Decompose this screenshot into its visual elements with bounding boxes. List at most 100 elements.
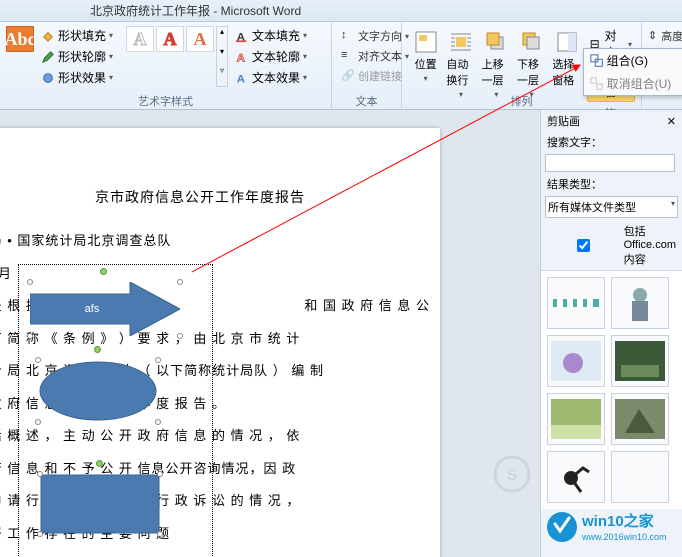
doc-line: 和 国 政 府 信 息 公 [304, 290, 430, 323]
wordart-style-sample[interactable]: A [126, 26, 154, 52]
svg-text:www.2016win10.com: www.2016win10.com [581, 532, 667, 542]
resize-handle[interactable] [157, 531, 163, 537]
chevron-down-icon: ▾ [109, 31, 113, 40]
text-direction-icon: ↕ [341, 29, 355, 43]
chevron-down-icon: ▾ [424, 74, 428, 83]
shape-rectangle[interactable] [40, 474, 160, 534]
menu-item-ungroup: 取消组合(U) [584, 72, 682, 95]
ribbon-group-label: 文本 [332, 93, 401, 109]
resize-handle[interactable] [37, 471, 43, 477]
rotation-handle[interactable] [100, 268, 107, 275]
clipart-results [541, 270, 682, 509]
wordart-style-sample[interactable]: A [156, 26, 184, 52]
height-icon: ⇕ [648, 29, 657, 43]
document-page[interactable]: 京市政府信息公开工作年度报告 计 局 • 国家统计局北京调查总队 年三月 告 是… [0, 128, 440, 557]
text-effects-button[interactable]: A文本效果▾ [232, 68, 310, 87]
shape-outline-button[interactable]: 形状轮廓▾ [38, 47, 116, 66]
resize-handle[interactable] [35, 419, 41, 425]
text-outline-button[interactable]: A文本轮廓▾ [232, 47, 310, 66]
doc-line: 计 局 • 国家统计局北京调查总队 [0, 225, 430, 258]
clipart-thumb[interactable] [547, 393, 605, 445]
send-backward-icon [520, 30, 544, 54]
include-officecom-checkbox[interactable]: 包括 Office.com 内容 [541, 220, 682, 270]
shape-effects-button[interactable]: 形状效果▾ [38, 68, 116, 87]
wrap-icon [449, 30, 473, 54]
resize-handle[interactable] [27, 279, 33, 285]
svg-text:S: S [507, 467, 518, 484]
chevron-down-icon: ▾ [109, 73, 113, 82]
wrap-text-button[interactable]: 自动换行▾ [443, 26, 478, 82]
rotation-handle[interactable] [94, 346, 101, 353]
sogou-watermark: S [492, 454, 532, 497]
text-effect-icon: A [235, 71, 249, 85]
clipart-thumb[interactable] [611, 451, 669, 503]
shape-arrow[interactable]: afs [30, 282, 180, 336]
clipart-thumb[interactable] [547, 277, 605, 329]
svg-text:win10之家: win10之家 [581, 512, 654, 530]
align-text-button[interactable]: ≡对齐文本▾ [338, 47, 412, 65]
resize-handle[interactable] [177, 279, 183, 285]
svg-text:A: A [237, 52, 245, 64]
send-backward-button[interactable]: 下移一层▾ [514, 26, 549, 82]
clipart-thumb[interactable] [547, 335, 605, 387]
search-input[interactable] [545, 154, 675, 172]
clipart-thumb[interactable] [611, 277, 669, 329]
gallery-up-button[interactable]: ▴ [217, 27, 227, 47]
doc-title: 京市政府信息公开工作年度报告 [0, 180, 430, 215]
clipart-thumb[interactable] [611, 393, 669, 445]
text-fill-button[interactable]: A文本填充▾ [232, 26, 310, 45]
bring-forward-button[interactable]: 上移一层▾ [479, 26, 514, 82]
chevron-down-icon: ▾ [303, 73, 307, 82]
ribbon-group-label: 艺术字样式 [0, 93, 331, 109]
group-dropdown-menu: 组合(G) 取消组合(U) [583, 48, 682, 96]
gallery-down-button[interactable]: ▾ [217, 47, 227, 67]
pane-title: 剪贴画 [547, 113, 580, 129]
chevron-down-icon: ▾ [303, 52, 307, 61]
selection-pane-button[interactable]: 选择窗格 [549, 26, 584, 82]
chevron-down-icon: ▾ [109, 52, 113, 61]
align-text-icon: ≡ [341, 49, 355, 63]
title-bar: 北京政府统计工作年报 - Microsoft Word [0, 0, 682, 22]
site-branding: win10之家 www.2016win10.com [546, 506, 676, 551]
pen-icon [41, 50, 55, 64]
results-type-select[interactable]: 所有媒体文件类型▾ [545, 196, 678, 218]
clipart-thumb[interactable] [611, 335, 669, 387]
resize-handle[interactable] [27, 333, 33, 339]
bucket-icon [41, 29, 55, 43]
resize-handle[interactable] [157, 471, 163, 477]
shape-arrow-text: afs [85, 303, 100, 315]
document-workspace: 京市政府信息公开工作年度报告 计 局 • 国家统计局北京调查总队 年三月 告 是… [0, 110, 540, 557]
menu-item-group[interactable]: 组合(G) [584, 49, 682, 72]
chevron-down-icon: ▾ [671, 199, 675, 215]
position-icon [414, 30, 438, 54]
ribbon-group-text: ↕文字方向▾ ≡对齐文本▾ 🔗创建链接 文本 [332, 22, 402, 110]
clipart-pane: 剪贴画 ✕ 搜索文字： 结果类型： 所有媒体文件类型▾ 包括 Office.co… [540, 110, 682, 557]
ungroup-icon [590, 77, 604, 91]
position-button[interactable]: 位置▾ [408, 26, 443, 82]
rotation-handle[interactable] [96, 460, 103, 467]
results-label: 结果类型： [541, 174, 682, 194]
text-fill-icon: A [235, 29, 249, 43]
resize-handle[interactable] [37, 531, 43, 537]
selection-pane-icon [555, 30, 579, 54]
gallery-more-button[interactable]: ▿ [217, 66, 227, 86]
clipart-thumb[interactable] [547, 451, 605, 503]
ribbon-group-wordart-styles: Abc 形状填充▾ 形状轮廓▾ 形状效果▾ A A A ▴ ▾ ▿ A文本填充▾… [0, 22, 332, 110]
resize-handle[interactable] [177, 333, 183, 339]
text-direction-button[interactable]: ↕文字方向▾ [338, 27, 412, 45]
shape-fill-button[interactable]: 形状填充▾ [38, 26, 116, 45]
link-icon: 🔗 [341, 69, 355, 83]
shape-style-sample[interactable]: Abc [6, 26, 34, 52]
shape-ellipse[interactable] [38, 360, 158, 422]
sparkle-icon [41, 71, 55, 85]
chevron-down-icon: ▾ [303, 31, 307, 40]
wordart-style-sample[interactable]: A [186, 26, 214, 52]
group-icon [590, 54, 604, 68]
resize-handle[interactable] [155, 357, 161, 363]
resize-handle[interactable] [155, 419, 161, 425]
search-label: 搜索文字： [541, 132, 682, 152]
close-icon[interactable]: ✕ [667, 115, 676, 128]
text-outline-icon: A [235, 50, 249, 64]
resize-handle[interactable] [35, 357, 41, 363]
bring-forward-icon [484, 30, 508, 54]
